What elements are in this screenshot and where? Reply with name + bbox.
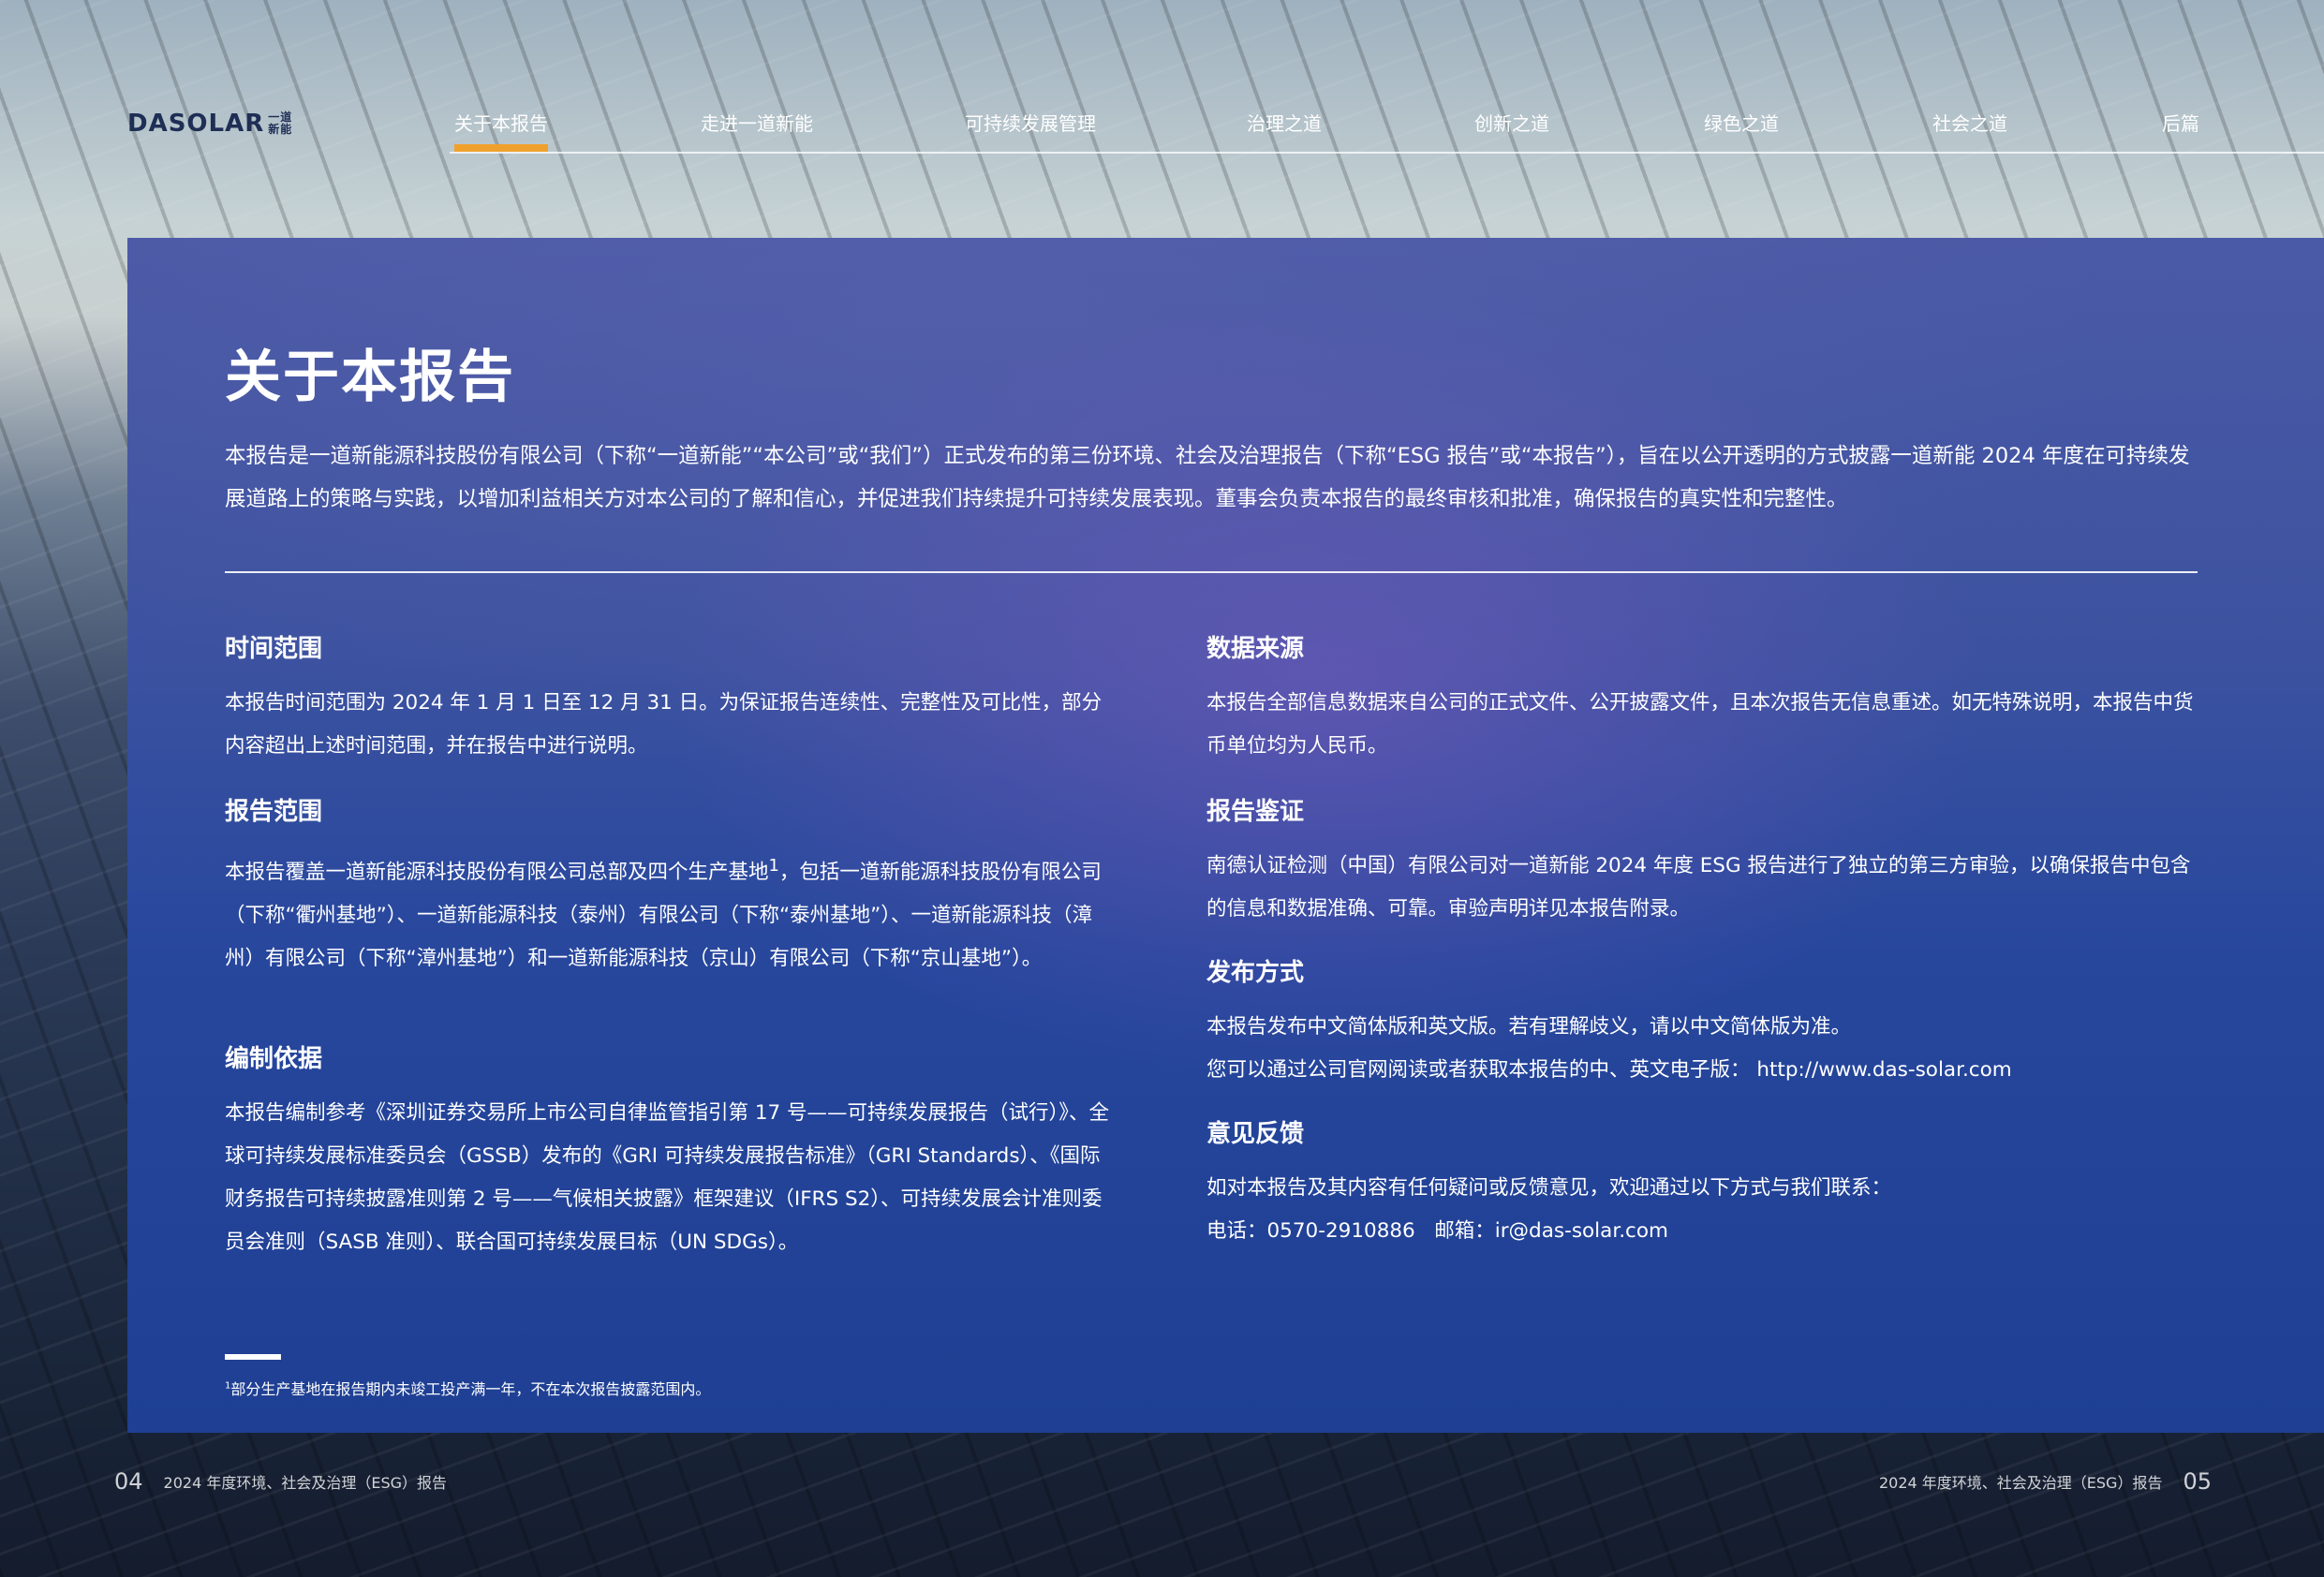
footnote: 1部分生产基地在报告期内未竣工投产满一年，不在本次报告披露范围内。 bbox=[225, 1380, 711, 1398]
nav-tab-about-report[interactable]: 关于本报告 bbox=[454, 109, 548, 152]
publication-line-2: 您可以通过公司官网阅读或者获取本报告的中、英文电子版： http://www.d… bbox=[1206, 1058, 2012, 1082]
nav-tab-appendix[interactable]: 后篇 bbox=[2162, 109, 2199, 136]
page-number-left: 04 bbox=[114, 1468, 143, 1495]
report-scope-title: 报告范围 bbox=[225, 798, 323, 826]
page-number-right: 05 bbox=[2183, 1468, 2212, 1495]
nav-tab-about-company[interactable]: 走进一道新能 bbox=[701, 109, 813, 136]
nav-tab-governance[interactable]: 治理之道 bbox=[1247, 109, 1322, 136]
basis-body: 本报告编制参考《深圳证券交易所上市公司自律监管指引第 17 号——可持续发展报告… bbox=[225, 1101, 1110, 1254]
logo-chinese: 一道 新能 bbox=[268, 111, 293, 136]
page-title: 关于本报告 bbox=[225, 345, 515, 410]
data-source-body: 本报告全部信息数据来自公司的正式文件、公开披露文件，且本次报告无信息重述。如无特… bbox=[1206, 691, 2194, 758]
footer-report-title-right: 2024 年度环境、社会及治理（ESG）报告 bbox=[1878, 1474, 2163, 1492]
nav-tab-social[interactable]: 社会之道 bbox=[1932, 109, 2007, 136]
footnote-reference: 1 bbox=[768, 856, 779, 876]
feedback-title: 意见反馈 bbox=[1206, 1120, 1305, 1148]
company-logo[interactable]: DASOLAR 一道 新能 bbox=[127, 105, 292, 142]
basis-title: 编制依据 bbox=[225, 1045, 323, 1073]
nav-tab-innovation[interactable]: 创新之道 bbox=[1474, 109, 1549, 136]
footer-right: 2024 年度环境、社会及治理（ESG）报告 05 bbox=[1879, 1468, 2212, 1495]
publication-title: 发布方式 bbox=[1206, 959, 1305, 987]
time-scope-title: 时间范围 bbox=[225, 635, 323, 663]
top-navigation: 关于本报告 走进一道新能 可持续发展管理 治理之道 创新之道 绿色之道 社会之道… bbox=[450, 94, 2324, 154]
footnote-divider bbox=[225, 1354, 281, 1360]
data-source-title: 数据来源 bbox=[1206, 635, 1305, 663]
nav-tab-green[interactable]: 绿色之道 bbox=[1704, 109, 1779, 136]
feedback-contact: 电话：0570-2910886 邮箱：ir@das-solar.com bbox=[1206, 1219, 1668, 1243]
feedback-line-1: 如对本报告及其内容有任何疑问或反馈意见，欢迎通过以下方式与我们联系： bbox=[1206, 1176, 1892, 1200]
report-scope-body: 本报告覆盖一道新能源科技股份有限公司总部及四个生产基地1，包括一道新能源科技股份… bbox=[225, 856, 1102, 971]
time-scope-body: 本报告时间范围为 2024 年 1 月 1 日至 12 月 31 日。为保证报告… bbox=[225, 691, 1103, 758]
content-panel: 关于本报告 本报告是一道新能源科技股份有限公司（下称“一道新能”“本公司”或“我… bbox=[127, 238, 2324, 1433]
logo-wordmark: DASOLAR bbox=[127, 110, 265, 138]
footer-left: 04 2024 年度环境、社会及治理（ESG）报告 bbox=[114, 1468, 447, 1495]
intro-paragraph: 本报告是一道新能源科技股份有限公司（下称“一道新能”“本公司”或“我们”）正式发… bbox=[225, 444, 2190, 511]
publication-line-1: 本报告发布中文简体版和英文版。若有理解歧义，请以中文简体版为准。 bbox=[1206, 1015, 1852, 1039]
assurance-title: 报告鉴证 bbox=[1206, 798, 1305, 826]
footer-report-title-left: 2024 年度环境、社会及治理（ESG）报告 bbox=[163, 1474, 448, 1492]
nav-tab-sustainability-mgmt[interactable]: 可持续发展管理 bbox=[965, 109, 1096, 136]
section-divider bbox=[225, 571, 2198, 573]
assurance-body: 南德认证检测（中国）有限公司对一道新能 2024 年度 ESG 报告进行了独立的… bbox=[1206, 854, 2191, 921]
